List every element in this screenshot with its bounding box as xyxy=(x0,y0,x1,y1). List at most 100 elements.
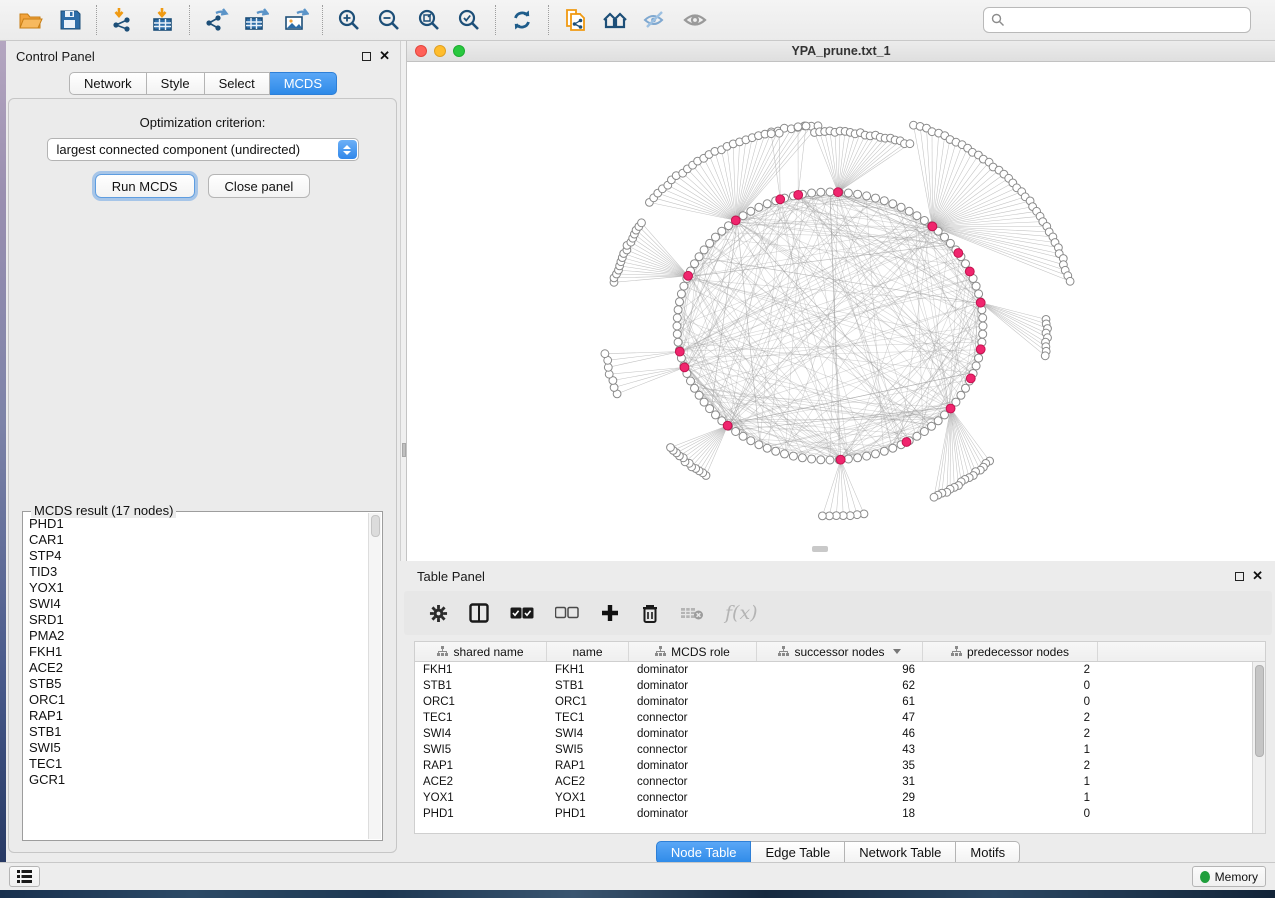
cell-successor-nodes[interactable]: 43 xyxy=(757,742,923,758)
cell-predecessor-nodes[interactable]: 1 xyxy=(923,774,1098,790)
mcds-result-item[interactable]: SWI4 xyxy=(24,596,368,612)
deselect-all-icon[interactable] xyxy=(555,606,579,620)
tab-edge-table[interactable]: Edge Table xyxy=(751,841,845,864)
cell-name[interactable]: FKH1 xyxy=(547,662,629,678)
show-all-icon[interactable] xyxy=(675,3,715,37)
import-table-icon[interactable] xyxy=(143,3,183,37)
table-row[interactable]: FKH1FKH1dominator962 xyxy=(415,662,1252,678)
cell-successor-nodes[interactable]: 29 xyxy=(757,790,923,806)
delete-table-icon[interactable] xyxy=(680,605,704,621)
cell-name[interactable]: ACE2 xyxy=(547,774,629,790)
cell-successor-nodes[interactable]: 47 xyxy=(757,710,923,726)
cell-name[interactable]: SWI4 xyxy=(547,726,629,742)
cell-MCDS-role[interactable]: dominator xyxy=(629,694,757,710)
column-header-successor-nodes[interactable]: successor nodes xyxy=(757,642,923,661)
tab-motifs[interactable]: Motifs xyxy=(956,841,1020,864)
mcds-result-item[interactable]: SWI5 xyxy=(24,740,368,756)
table-row[interactable]: STB1STB1dominator620 xyxy=(415,678,1252,694)
float-panel-icon[interactable] xyxy=(362,52,371,61)
mcds-result-item[interactable]: YOX1 xyxy=(24,580,368,596)
result-scrollbar[interactable] xyxy=(368,513,381,839)
cell-predecessor-nodes[interactable]: 2 xyxy=(923,758,1098,774)
cell-MCDS-role[interactable]: connector xyxy=(629,742,757,758)
table-scrollbar-thumb[interactable] xyxy=(1255,665,1264,757)
cell-MCDS-role[interactable]: connector xyxy=(629,710,757,726)
cell-name[interactable]: ORC1 xyxy=(547,694,629,710)
mcds-result-item[interactable]: TEC1 xyxy=(24,756,368,772)
add-column-icon[interactable] xyxy=(600,603,620,623)
show-columns-icon[interactable] xyxy=(469,603,489,623)
table-row[interactable]: SWI5SWI5connector431 xyxy=(415,742,1252,758)
cell-successor-nodes[interactable]: 18 xyxy=(757,806,923,822)
column-header-shared-name[interactable]: shared name xyxy=(415,642,547,661)
export-network-icon[interactable] xyxy=(196,3,236,37)
tab-network[interactable]: Network xyxy=(69,72,147,95)
cell-name[interactable]: SWI5 xyxy=(547,742,629,758)
run-mcds-button[interactable]: Run MCDS xyxy=(95,174,195,198)
cell-shared-name[interactable]: ORC1 xyxy=(415,694,547,710)
table-row[interactable]: ORC1ORC1dominator610 xyxy=(415,694,1252,710)
close-panel-button[interactable]: Close panel xyxy=(208,174,311,198)
select-all-icon[interactable] xyxy=(510,606,534,620)
mcds-result-item[interactable]: STP4 xyxy=(24,548,368,564)
mcds-result-item[interactable]: STB1 xyxy=(24,724,368,740)
network-left-scrollbar[interactable] xyxy=(400,41,407,561)
mcds-result-item[interactable]: STB5 xyxy=(24,676,368,692)
network-graph[interactable] xyxy=(407,62,1275,553)
table-row[interactable]: TEC1TEC1connector472 xyxy=(415,710,1252,726)
float-table-panel-icon[interactable] xyxy=(1235,572,1244,581)
network-left-scrollbar-thumb[interactable] xyxy=(402,443,406,457)
mcds-result-item[interactable]: PHD1 xyxy=(24,516,368,532)
delete-column-icon[interactable] xyxy=(641,603,659,623)
cell-shared-name[interactable]: TEC1 xyxy=(415,710,547,726)
zoom-fit-icon[interactable] xyxy=(409,3,449,37)
mcds-result-item[interactable]: SRD1 xyxy=(24,612,368,628)
cell-shared-name[interactable]: FKH1 xyxy=(415,662,547,678)
mcds-result-item[interactable]: CAR1 xyxy=(24,532,368,548)
search-field[interactable] xyxy=(983,7,1251,33)
table-row[interactable]: SWI4SWI4dominator462 xyxy=(415,726,1252,742)
cell-predecessor-nodes[interactable]: 0 xyxy=(923,678,1098,694)
column-header-predecessor-nodes[interactable]: predecessor nodes xyxy=(923,642,1098,661)
close-table-panel-icon[interactable]: ✕ xyxy=(1252,571,1263,581)
tab-mcds[interactable]: MCDS xyxy=(270,72,337,95)
mcds-result-item[interactable]: RAP1 xyxy=(24,708,368,724)
cell-MCDS-role[interactable]: connector xyxy=(629,790,757,806)
cell-shared-name[interactable]: ACE2 xyxy=(415,774,547,790)
cell-shared-name[interactable]: SWI4 xyxy=(415,726,547,742)
cell-predecessor-nodes[interactable]: 0 xyxy=(923,694,1098,710)
cell-MCDS-role[interactable]: dominator xyxy=(629,806,757,822)
cell-predecessor-nodes[interactable]: 1 xyxy=(923,742,1098,758)
column-header-MCDS-role[interactable]: MCDS role xyxy=(629,642,757,661)
mcds-result-item[interactable]: TID3 xyxy=(24,564,368,580)
zoom-selected-icon[interactable] xyxy=(449,3,489,37)
cell-successor-nodes[interactable]: 46 xyxy=(757,726,923,742)
task-history-button[interactable] xyxy=(9,866,40,887)
memory-button[interactable]: Memory xyxy=(1192,866,1266,887)
table-row[interactable]: YOX1YOX1connector291 xyxy=(415,790,1252,806)
tab-node-table[interactable]: Node Table xyxy=(656,841,752,864)
cell-name[interactable]: TEC1 xyxy=(547,710,629,726)
first-neighbors-icon[interactable] xyxy=(595,3,635,37)
import-network-icon[interactable] xyxy=(103,3,143,37)
cell-name[interactable]: STB1 xyxy=(547,678,629,694)
result-scrollbar-thumb[interactable] xyxy=(371,515,380,537)
mcds-result-item[interactable]: GCR1 xyxy=(24,772,368,788)
table-scrollbar[interactable] xyxy=(1252,662,1265,833)
network-hscrollbar-thumb[interactable] xyxy=(812,546,828,552)
table-row[interactable]: PHD1PHD1dominator180 xyxy=(415,806,1252,822)
table-settings-icon[interactable] xyxy=(429,604,448,623)
refresh-view-icon[interactable] xyxy=(502,3,542,37)
function-builder-icon[interactable]: f(x) xyxy=(725,602,758,624)
tab-network-table[interactable]: Network Table xyxy=(845,841,956,864)
cell-MCDS-role[interactable]: connector xyxy=(629,774,757,790)
cell-shared-name[interactable]: STB1 xyxy=(415,678,547,694)
cell-predecessor-nodes[interactable]: 0 xyxy=(923,806,1098,822)
table-row[interactable]: ACE2ACE2connector311 xyxy=(415,774,1252,790)
export-table-icon[interactable] xyxy=(236,3,276,37)
network-window-titlebar[interactable]: YPA_prune.txt_1 xyxy=(407,41,1275,62)
mcds-result-item[interactable]: ACE2 xyxy=(24,660,368,676)
cell-predecessor-nodes[interactable]: 1 xyxy=(923,790,1098,806)
tab-select[interactable]: Select xyxy=(205,72,270,95)
open-file-icon[interactable] xyxy=(10,3,50,37)
